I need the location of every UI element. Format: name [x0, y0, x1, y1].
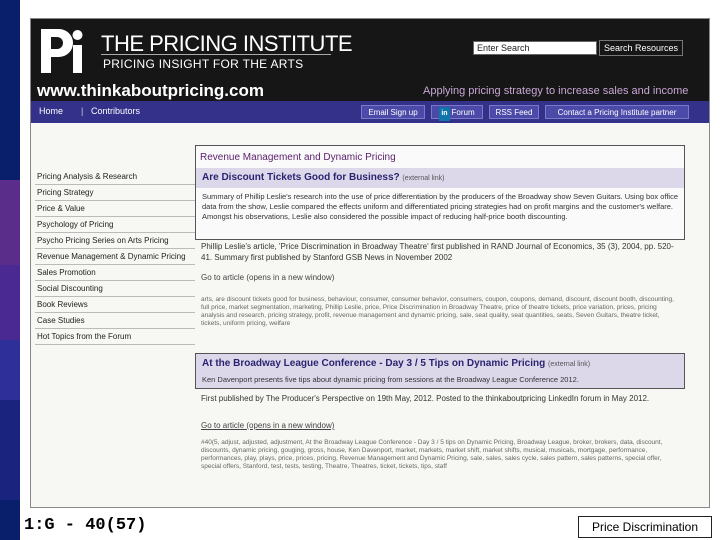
sidebar-item-case-studies[interactable]: Case Studies: [35, 313, 195, 329]
search-input[interactable]: Enter Search: [473, 41, 597, 55]
nav-separator: |: [81, 106, 84, 116]
forum-label: Forum: [451, 108, 475, 117]
external-link-label: (external link): [548, 361, 591, 368]
slide-bar-segment: [0, 400, 20, 500]
sidebar-item-psychology[interactable]: Psychology of Pricing: [35, 217, 195, 233]
slide-bar-segment: [0, 340, 20, 400]
linkedin-icon: in: [439, 107, 450, 121]
website-screenshot: THE PRICING INSTITUTE PRICING INSIGHT FO…: [30, 18, 710, 508]
article-summary: Summary of Phillip Leslie's research int…: [202, 192, 678, 221]
sidebar-item-social-discounting[interactable]: Social Discounting: [35, 281, 195, 297]
sidebar-item-pricing-strategy[interactable]: Pricing Strategy: [35, 185, 195, 201]
slide-caption: Price Discrimination: [578, 516, 712, 538]
article-title-link[interactable]: Are Discount Tickets Good for Business? …: [202, 172, 444, 183]
sidebar-item-revenue-management[interactable]: Revenue Management & Dynamic Pricing: [35, 249, 195, 265]
sidebar-item-sales-promotion[interactable]: Sales Promotion: [35, 265, 195, 281]
section-title: Revenue Management and Dynamic Pricing: [200, 152, 396, 163]
article-card-highlight: At the Broadway League Conference - Day …: [195, 353, 685, 389]
article-title: At the Broadway League Conference - Day …: [202, 358, 546, 369]
slide-bar-segment: [0, 265, 20, 340]
contact-partner-button[interactable]: Contact a Pricing Institute partner: [545, 105, 689, 119]
slide-left-bar: [0, 0, 20, 540]
nav-home-link[interactable]: Home: [39, 106, 63, 116]
article-card-highlight: Revenue Management and Dynamic Pricing A…: [195, 145, 685, 240]
email-signup-button[interactable]: Email Sign up: [361, 105, 425, 119]
sidebar-item-hot-topics[interactable]: Hot Topics from the Forum: [35, 329, 195, 345]
go-to-article-link[interactable]: Go to article (opens in a new window): [201, 421, 334, 430]
search-resources-button[interactable]: Search Resources: [599, 40, 683, 56]
rss-feed-button[interactable]: RSS Feed: [489, 105, 539, 119]
sidebar-nav: Pricing Analysis & Research Pricing Stra…: [35, 169, 195, 345]
article-tags: #40(5, adjust, adjusted, adjustment, At …: [201, 439, 663, 470]
sidebar-item-pricing-analysis[interactable]: Pricing Analysis & Research: [35, 169, 195, 185]
article-title-link[interactable]: At the Broadway League Conference - Day …: [202, 358, 590, 369]
sidebar-item-psycho-pricing-series[interactable]: Psycho Pricing Series on Arts Pricing: [35, 233, 195, 249]
sidebar-item-price-value[interactable]: Price & Value: [35, 201, 195, 217]
slide-number: 1:G - 40(57): [24, 516, 147, 535]
sidebar-item-book-reviews[interactable]: Book Reviews: [35, 297, 195, 313]
slide-bar-segment: [0, 180, 20, 265]
title-divider: [101, 54, 331, 55]
article-title: Are Discount Tickets Good for Business?: [202, 172, 400, 183]
site-tagline: Applying pricing strategy to increase sa…: [423, 85, 689, 97]
site-url[interactable]: www.thinkaboutpricing.com: [37, 81, 264, 101]
article-header: Are Discount Tickets Good for Business? …: [196, 168, 684, 188]
article-publication-note: Phillip Leslie's article, 'Price Discrim…: [201, 242, 674, 262]
article-publication-note: First published by The Producer's Perspe…: [201, 394, 650, 403]
pricing-institute-logo-icon: [37, 25, 93, 77]
site-header: THE PRICING INSTITUTE PRICING INSIGHT FO…: [31, 19, 709, 101]
article-summary: Ken Davenport presents five tips about d…: [202, 375, 579, 384]
article-tags: arts, are discount tickets good for busi…: [201, 296, 674, 327]
go-to-article-link[interactable]: Go to article (opens in a new window): [201, 273, 334, 282]
site-subtitle: PRICING INSIGHT FOR THE ARTS: [103, 57, 304, 71]
forum-button[interactable]: in Forum: [431, 105, 483, 121]
top-navigation: Home | Contributors Email Sign up in Foru…: [31, 101, 709, 123]
external-link-label: (external link): [402, 175, 445, 182]
nav-contributors-link[interactable]: Contributors: [91, 106, 140, 116]
